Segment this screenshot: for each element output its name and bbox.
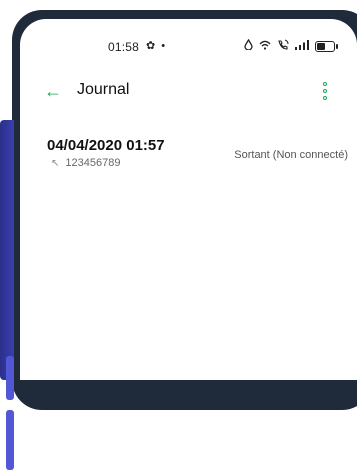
entry-call-type: Sortant (Non connecté) [234,149,348,161]
app-toolbar: ← Journal [20,77,357,107]
status-time: 01:58 [108,40,140,54]
screen: 01:58 ✿ • ← Journal 04/04/2020 01:57 ↖ 1… [20,19,357,380]
wifi-icon [259,40,271,53]
outgoing-arrow-icon: ↖ [51,157,60,169]
phone-side-edge [0,120,14,470]
status-right-icons [244,38,338,53]
dot-icon: • [161,39,166,52]
signal-icon [295,39,309,53]
wifi-call-icon [277,39,289,53]
status-left-icons: ✿ • [146,39,166,53]
back-arrow-icon[interactable]: ← [44,79,66,103]
more-options-icon[interactable] [317,79,333,103]
volume-key [6,410,14,470]
log-entry[interactable]: 04/04/2020 01:57 ↖ 123456789 Sortant (No… [47,137,348,187]
entry-number-row: ↖ 123456789 [51,157,120,169]
entry-phone-number: 123456789 [65,157,121,169]
droplet-icon [244,38,253,53]
more-dot [323,96,327,100]
status-bar: 01:58 ✿ • [20,19,357,69]
settings-icon: ✿ [146,40,156,52]
more-dot [323,82,327,86]
battery-icon [315,40,338,52]
page-title: Journal [77,81,130,98]
entry-datetime: 04/04/2020 01:57 [47,137,165,154]
more-dot [323,89,327,93]
power-key [6,356,14,400]
